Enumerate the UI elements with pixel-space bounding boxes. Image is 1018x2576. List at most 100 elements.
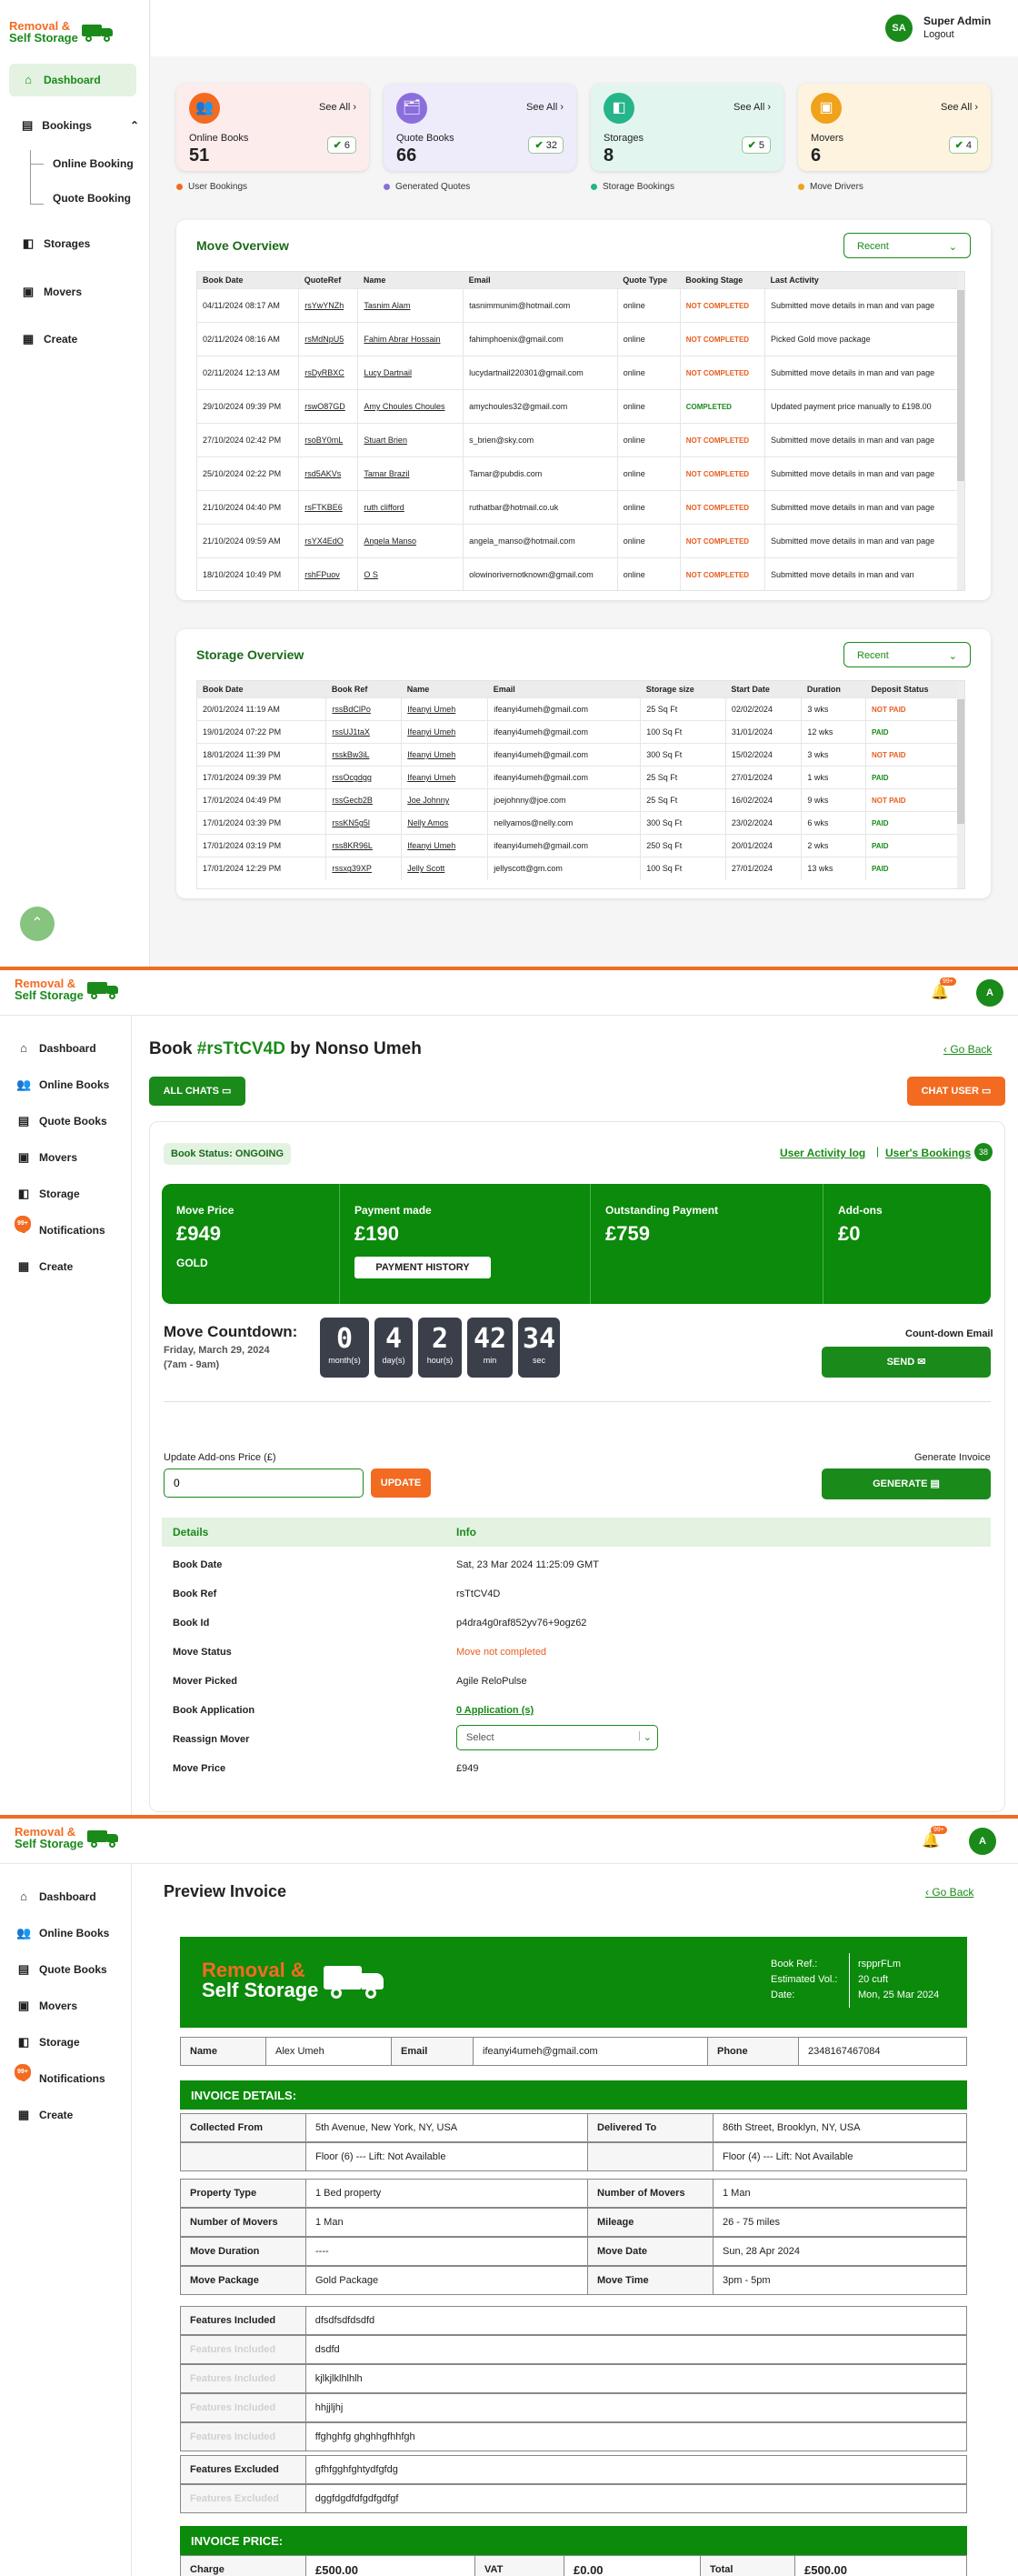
table-cell[interactable]: Tasnim Alam	[357, 288, 464, 323]
sidebar-item-storage[interactable]: ◧ Storage	[16, 1187, 80, 1201]
logout-link[interactable]: Logout	[923, 29, 954, 40]
sidebar-item-storages[interactable]: ◧ Storages	[9, 227, 136, 260]
table-cell[interactable]: rsYX4EdO	[298, 524, 359, 558]
table-row[interactable]: 04/11/2024 08:17 AM rsYwYNZh Tasnim Alam ta…	[197, 288, 964, 323]
avatar[interactable]: A	[976, 979, 1003, 1007]
sidebar-item-online[interactable]: 👥 Online Books	[16, 1926, 109, 1940]
go-back-link[interactable]: ‹ Go Back	[925, 1886, 973, 1899]
sidebar-item-bookings[interactable]: ▤ Bookings ⌃	[9, 109, 139, 142]
payment-history-button[interactable]: PAYMENT HISTORY	[354, 1257, 491, 1278]
scroll-up-button[interactable]: ⌃	[20, 907, 55, 941]
move-filter-select[interactable]: Recent ⌄	[843, 233, 971, 258]
table-row[interactable]: 29/10/2024 09:39 PM rswO87GD Amy Choules C…	[197, 389, 964, 424]
table-cell[interactable]: O S	[357, 557, 464, 590]
table-cell[interactable]: Angela Manso	[357, 524, 464, 558]
sidebar-item-storage[interactable]: ◧ Storage	[16, 2035, 80, 2050]
storage-filter-select[interactable]: Recent ⌄	[843, 642, 971, 667]
table-cell[interactable]: rsFTKBE6	[298, 490, 359, 525]
send-email-button[interactable]: SEND ✉	[822, 1347, 991, 1378]
table-cell[interactable]: Nelly Amos	[401, 811, 489, 835]
sidebar-item-dashboard[interactable]: ⌂ Dashboard	[16, 1041, 96, 1056]
sidebar-item-create[interactable]: ▦ Create	[16, 1259, 74, 1274]
brand-logo[interactable]: Removal & Self Storage	[9, 20, 115, 44]
sidebar-item-movers[interactable]: ▣ Movers	[16, 1999, 77, 2013]
avatar[interactable]: A	[969, 1828, 996, 1855]
brand-logo[interactable]: Removal & Self Storage	[15, 977, 120, 1001]
avatar[interactable]: SA	[885, 15, 913, 42]
table-cell[interactable]: rssGecb2B	[325, 788, 403, 812]
see-all-link[interactable]: See All ›	[319, 102, 356, 113]
sidebar-item-notifications[interactable]: ●99+Notifications	[15, 1216, 105, 1238]
table-row[interactable]: 18/01/2024 11:39 PM rsskBw3iL Ifeanyi Umeh…	[197, 743, 964, 767]
bell-icon[interactable]: 🔔 99+	[922, 1826, 947, 1849]
table-cell[interactable]: rssxg39XP	[325, 857, 403, 880]
sidebar-item-quote[interactable]: ▤ Quote Books	[16, 1114, 107, 1128]
sidebar-item-create[interactable]: ▦ Create	[16, 2108, 74, 2122]
sidebar-item-quote[interactable]: ▤ Quote Books	[16, 1962, 107, 1977]
table-cell[interactable]: Amy Choules Choules	[357, 389, 464, 424]
sidebar-item-dashboard[interactable]: ⌂ Dashboard	[16, 1889, 96, 1904]
table-cell[interactable]: Ifeanyi Umeh	[401, 834, 489, 857]
table-cell[interactable]: ruth clifford	[357, 490, 464, 525]
table-row[interactable]: 17/01/2024 03:19 PM rss8KR96L Ifeanyi Umeh…	[197, 834, 964, 857]
go-back-link[interactable]: ‹ Go Back	[943, 1043, 992, 1056]
update-button[interactable]: UPDATE	[371, 1468, 431, 1498]
table-scrollbar[interactable]	[957, 681, 964, 888]
table-cell[interactable]: Ifeanyi Umeh	[401, 743, 489, 767]
table-row[interactable]: 02/11/2024 12:13 AM rsDyRBXC Lucy Dartnail…	[197, 356, 964, 390]
table-row[interactable]: 17/01/2024 09:39 PM rssOcgdgg Ifeanyi Umeh…	[197, 766, 964, 789]
table-cell[interactable]: Jelly Scott	[401, 857, 489, 880]
sidebar-item-quote-booking[interactable]: Quote Booking	[53, 192, 131, 205]
table-cell[interactable]: rsMdNpU5	[298, 322, 359, 356]
table-cell[interactable]: rshFPuov	[298, 557, 359, 590]
table-cell[interactable]: rsoBY0mL	[298, 423, 359, 457]
bell-icon[interactable]: 🔔 99+	[931, 977, 956, 1001]
sidebar-item-movers[interactable]: ▣ Movers	[16, 1150, 77, 1165]
table-row[interactable]: 21/10/2024 04:40 PM rsFTKBE6 ruth clifford…	[197, 490, 964, 525]
table-cell[interactable]: Fahim Abrar Hossain	[357, 322, 464, 356]
sidebar-item-dashboard[interactable]: ⌂ Dashboard	[9, 64, 136, 96]
see-all-link[interactable]: See All ›	[734, 102, 771, 113]
table-cell[interactable]: rswO87GD	[298, 389, 359, 424]
table-row[interactable]: 27/10/2024 02:42 PM rsoBY0mL Stuart Brien s…	[197, 423, 964, 457]
table-cell[interactable]: Ifeanyi Umeh	[401, 697, 489, 721]
table-row[interactable]: 02/11/2024 08:16 AM rsMdNpU5 Fahim Abrar H…	[197, 322, 964, 356]
table-cell[interactable]: rss8KR96L	[325, 834, 403, 857]
table-row[interactable]: 25/10/2024 02:22 PM rsd5AKVs Tamar Brazil T…	[197, 456, 964, 491]
table-cell[interactable]: Ifeanyi Umeh	[401, 766, 489, 789]
brand-logo[interactable]: Removal & Self Storage	[15, 1826, 120, 1849]
table-row[interactable]: 17/01/2024 04:49 PM rssGecb2B Joe Johnny jo…	[197, 788, 964, 812]
sidebar-item-online[interactable]: 👥 Online Books	[16, 1078, 109, 1092]
table-cell[interactable]: rsYwYNZh	[298, 288, 359, 323]
table-cell[interactable]: rssKN5g5l	[325, 811, 403, 835]
table-cell[interactable]: rssOcgdgg	[325, 766, 403, 789]
sidebar-item-create[interactable]: ▦ Create	[9, 323, 136, 356]
table-cell[interactable]: Stuart Brien	[357, 423, 464, 457]
addon-price-input[interactable]	[164, 1468, 364, 1498]
user-bookings-link[interactable]: User's Bookings	[885, 1147, 971, 1159]
sidebar-item-movers[interactable]: ▣ Movers	[9, 276, 136, 308]
table-scrollbar[interactable]	[957, 272, 964, 590]
user-activity-link[interactable]: User Activity log	[780, 1147, 865, 1159]
table-cell[interactable]: Ifeanyi Umeh	[401, 720, 489, 744]
table-row[interactable]: 18/10/2024 10:49 PM rshFPuov O Solowinoriv…	[197, 557, 964, 590]
table-row[interactable]: 17/01/2024 12:29 PM rssxg39XP Jelly Scott j…	[197, 857, 964, 880]
all-chats-button[interactable]: ALL CHATS ▭	[149, 1077, 245, 1106]
table-cell[interactable]: Tamar Brazil	[357, 456, 464, 491]
see-all-link[interactable]: See All ›	[526, 102, 564, 113]
sidebar-item-online-booking[interactable]: Online Booking	[53, 157, 134, 170]
table-row[interactable]: 17/01/2024 03:39 PM rssKN5g5l Nelly Amos ne…	[197, 811, 964, 835]
table-row[interactable]: 20/01/2024 11:19 AM rssBdClPo Ifeanyi Umeh…	[197, 697, 964, 721]
chat-user-button[interactable]: CHAT USER ▭	[907, 1077, 1005, 1106]
generate-button[interactable]: GENERATE ▤	[822, 1468, 991, 1499]
table-cell[interactable]: rssBdClPo	[325, 697, 403, 721]
table-cell[interactable]: rsDyRBXC	[298, 356, 359, 390]
table-cell[interactable]: rsskBw3iL	[325, 743, 403, 767]
table-row[interactable]: 19/01/2024 07:22 PM rssUJ1taX Ifeanyi Umeh…	[197, 720, 964, 744]
table-cell[interactable]: rssUJ1taX	[325, 720, 403, 744]
table-row[interactable]: 21/10/2024 09:59 AM rsYX4EdO Angela Manso a…	[197, 524, 964, 558]
table-cell[interactable]: Lucy Dartnail	[357, 356, 464, 390]
table-cell[interactable]: rsd5AKVs	[298, 456, 359, 491]
sidebar-item-notifications[interactable]: ●99+Notifications	[15, 2064, 105, 2086]
table-cell[interactable]: Joe Johnny	[401, 788, 489, 812]
